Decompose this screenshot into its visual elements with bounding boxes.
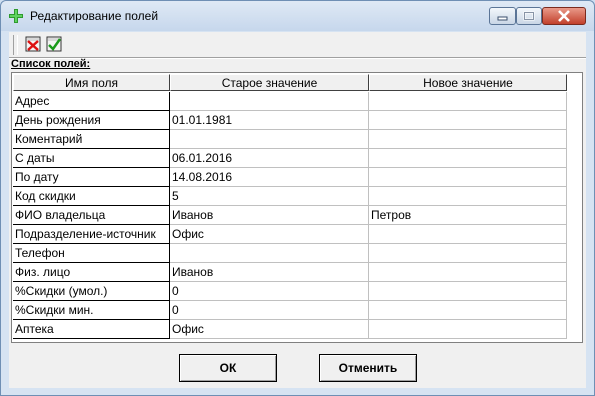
new-value-cell[interactable]: Петров (369, 206, 567, 225)
maximize-icon (523, 11, 535, 21)
field-name-cell: По дату (13, 168, 170, 187)
old-value-cell: 0 (170, 282, 369, 301)
cancel-button[interactable]: Отменить (319, 354, 417, 382)
field-name-cell: Аптека (13, 320, 170, 339)
old-value-cell (170, 244, 369, 263)
green-cross-icon (9, 9, 23, 23)
new-value-cell[interactable] (369, 130, 567, 149)
ok-button[interactable]: ОК (179, 354, 277, 382)
field-name-cell: Адрес (13, 92, 170, 111)
old-value-cell: 5 (170, 187, 369, 206)
new-value-cell[interactable] (369, 168, 567, 187)
cancel-icon[interactable] (24, 35, 42, 53)
new-value-cell[interactable] (369, 282, 567, 301)
apply-icon[interactable] (45, 35, 63, 53)
field-name-cell: Коментарий (13, 130, 170, 149)
close-icon (558, 10, 570, 22)
client-area: Список полей: Имя поля Старое значение Н… (9, 32, 586, 388)
field-name-cell: %Скидки мин. (13, 301, 170, 320)
minimize-icon (497, 16, 508, 21)
field-name-cell: %Скидки (умол.) (13, 282, 170, 301)
new-value-cell[interactable] (369, 225, 567, 244)
grid-header: Имя поля Старое значение Новое значение (13, 74, 582, 92)
field-name-cell: День рождения (13, 111, 170, 130)
window-title: Редактирование полей (30, 9, 159, 23)
table-row[interactable]: %Скидки (умол.) 0 (13, 282, 582, 301)
new-value-cell[interactable] (369, 111, 567, 130)
old-value-cell (170, 92, 369, 111)
old-value-cell: 01.01.1981 (170, 111, 369, 130)
table-row[interactable]: Физ. лицо Иванов (13, 263, 582, 282)
field-name-cell: С даты (13, 149, 170, 168)
new-value-cell[interactable] (369, 149, 567, 168)
close-button[interactable] (542, 7, 586, 25)
field-name-cell: Подразделение-источник (13, 225, 170, 244)
old-value-cell: Иванов (170, 263, 369, 282)
dialog-window: Редактирование полей Список полей: Имя п… (0, 0, 595, 396)
new-value-cell[interactable] (369, 263, 567, 282)
table-row[interactable]: Коментарий (13, 130, 582, 149)
table-row[interactable]: Аптека Офис (13, 320, 582, 339)
old-value-cell: 14.08.2016 (170, 168, 369, 187)
toolbar (9, 32, 586, 59)
new-value-cell[interactable] (369, 92, 567, 111)
fields-grid[interactable]: Имя поля Старое значение Новое значение … (11, 72, 583, 343)
fields-list-label: Список полей: (11, 58, 91, 70)
old-value-cell: Иванов (170, 206, 369, 225)
minimize-button[interactable] (489, 7, 516, 25)
table-row[interactable]: Адрес (13, 92, 582, 111)
table-row[interactable]: День рождения 01.01.1981 (13, 111, 582, 130)
old-value-cell: Офис (170, 225, 369, 244)
new-value-cell[interactable] (369, 301, 567, 320)
new-value-cell[interactable] (369, 187, 567, 206)
field-name-cell: Код скидки (13, 187, 170, 206)
new-value-cell[interactable] (369, 244, 567, 263)
maximize-button[interactable] (516, 7, 542, 25)
table-row[interactable]: ФИО владельца Иванов Петров (13, 206, 582, 225)
dialog-footer: ОК Отменить (9, 347, 586, 388)
old-value-cell (170, 130, 369, 149)
field-name-cell: Физ. лицо (13, 263, 170, 282)
table-row[interactable]: По дату 14.08.2016 (13, 168, 582, 187)
title-bar[interactable]: Редактирование полей (1, 1, 594, 31)
table-row[interactable]: Телефон (13, 244, 582, 263)
field-name-cell: Телефон (13, 244, 170, 263)
old-value-cell: Офис (170, 320, 369, 339)
toolbar-separator (9, 57, 586, 59)
table-row[interactable]: %Скидки мин. 0 (13, 301, 582, 320)
old-value-cell: 0 (170, 301, 369, 320)
table-row[interactable]: С даты 06.01.2016 (13, 149, 582, 168)
column-header-field-name[interactable]: Имя поля (13, 74, 170, 91)
column-header-new-value[interactable]: Новое значение (369, 74, 567, 91)
field-name-cell: ФИО владельца (13, 206, 170, 225)
old-value-cell: 06.01.2016 (170, 149, 369, 168)
toolbar-grip[interactable] (13, 35, 18, 55)
new-value-cell[interactable] (369, 320, 567, 339)
table-row[interactable]: Подразделение-источник Офис (13, 225, 582, 244)
column-header-old-value[interactable]: Старое значение (170, 74, 369, 91)
table-row[interactable]: Код скидки 5 (13, 187, 582, 206)
